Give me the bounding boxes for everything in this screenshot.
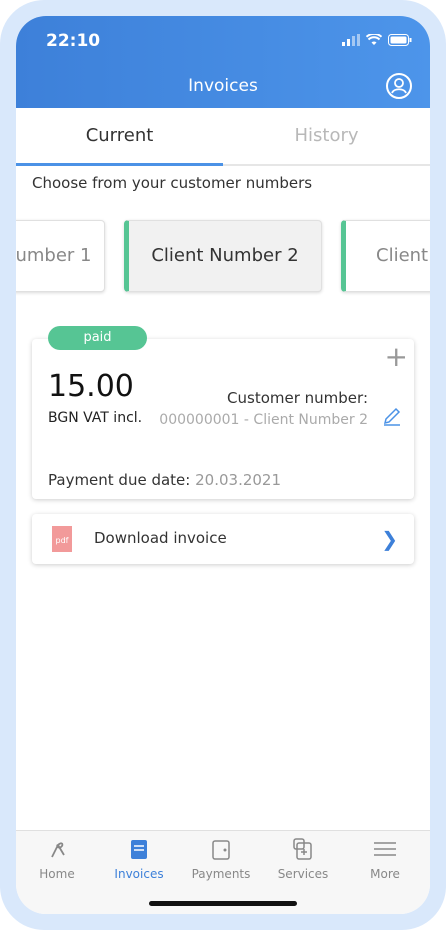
app-header: 22:10 Invoices xyxy=(16,16,430,108)
due-date-label: Payment due date: xyxy=(48,471,191,489)
user-icon xyxy=(391,78,407,94)
nav-services-label: Services xyxy=(277,867,329,881)
nav-payments[interactable]: Payments xyxy=(180,837,262,881)
invoice-amount: 15.00 xyxy=(48,369,134,404)
pdf-icon: pdf xyxy=(52,526,72,552)
client-card-2[interactable]: Client Number 2 xyxy=(124,220,322,292)
status-time: 22:10 xyxy=(46,31,101,51)
wifi-icon xyxy=(366,34,382,45)
client-card-1[interactable]: umber 1 xyxy=(16,220,105,292)
nav-payments-label: Payments xyxy=(191,867,251,881)
nav-invoices[interactable]: Invoices xyxy=(98,837,180,881)
due-date: Payment due date: 20.03.2021 xyxy=(48,471,281,489)
profile-icon[interactable] xyxy=(386,73,412,99)
home-icon xyxy=(51,842,65,858)
invoice-icon xyxy=(131,840,147,859)
services-icon xyxy=(293,838,312,860)
tab-history[interactable]: History xyxy=(223,108,430,164)
signal-icon xyxy=(342,34,360,46)
download-invoice-row[interactable]: pdf Download invoice ❯ xyxy=(32,514,414,564)
customer-number-value: 000000001 - Client Number 2 xyxy=(159,412,368,428)
page-title: Invoices xyxy=(188,76,258,96)
battery-icon xyxy=(388,34,412,46)
status-icons xyxy=(342,34,412,46)
plus-icon[interactable]: + xyxy=(385,343,408,371)
status-badge: paid xyxy=(48,326,147,350)
device-frame: 22:10 Invoices Current History Choose fr… xyxy=(0,0,446,930)
nav-services[interactable]: Services xyxy=(262,837,344,881)
tab-bar: Current History xyxy=(16,108,430,166)
invoice-card: paid + 15.00 BGN VAT incl. Customer numb… xyxy=(32,326,414,499)
home-indicator xyxy=(149,901,297,906)
download-invoice-label: Download invoice xyxy=(94,529,227,547)
nav-invoices-label: Invoices xyxy=(114,867,164,881)
tab-indicator xyxy=(16,163,223,166)
nav-more[interactable]: More xyxy=(344,837,426,881)
nav-home-label: Home xyxy=(39,867,75,881)
invoice-currency: BGN VAT incl. xyxy=(48,410,143,426)
chevron-right-icon: ❯ xyxy=(381,527,398,551)
app-screen: 22:10 Invoices Current History Choose fr… xyxy=(16,16,430,914)
menu-icon xyxy=(374,842,396,856)
customer-number-label: Customer number: xyxy=(227,389,368,407)
edit-icon[interactable] xyxy=(382,406,402,426)
wallet-icon xyxy=(212,840,230,860)
choose-customer-label: Choose from your customer numbers xyxy=(32,174,313,192)
nav-home[interactable]: Home xyxy=(16,837,98,881)
due-date-value: 20.03.2021 xyxy=(195,471,282,489)
client-card-3[interactable]: Client xyxy=(341,220,430,292)
nav-more-label: More xyxy=(370,867,400,881)
tab-current[interactable]: Current xyxy=(16,108,223,164)
